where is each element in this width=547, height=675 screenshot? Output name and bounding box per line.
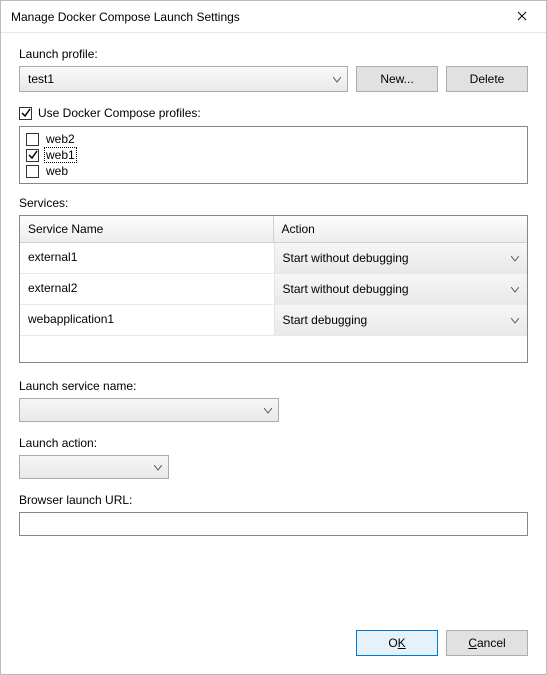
- dialog-window: Manage Docker Compose Launch Settings La…: [0, 0, 547, 675]
- launch-profile-value: test1: [28, 72, 54, 86]
- service-action-select[interactable]: Start without debugging: [274, 243, 528, 273]
- profile-checkbox[interactable]: [26, 165, 39, 178]
- compose-profiles-list: web2 web1 web: [19, 126, 528, 184]
- profile-checkbox[interactable]: [26, 149, 39, 162]
- browser-url-input[interactable]: [19, 512, 528, 536]
- table-header: Service Name Action: [20, 216, 527, 243]
- close-button[interactable]: [502, 3, 542, 31]
- service-action-value: Start without debugging: [283, 251, 409, 265]
- services-table: Service Name Action external1 Start with…: [19, 215, 528, 363]
- ok-button[interactable]: OK: [356, 630, 438, 656]
- chevron-down-icon: [511, 251, 519, 265]
- chevron-down-icon: [333, 72, 341, 86]
- close-icon: [517, 10, 527, 24]
- list-item[interactable]: web: [26, 163, 521, 179]
- profile-label: web1: [45, 148, 76, 162]
- window-title: Manage Docker Compose Launch Settings: [11, 10, 502, 24]
- table-spacer: [20, 336, 527, 362]
- launch-service-name-label: Launch service name:: [19, 379, 528, 393]
- service-action-value: Start without debugging: [283, 282, 409, 296]
- service-action-value: Start debugging: [283, 313, 368, 327]
- service-name-cell: external2: [20, 274, 274, 304]
- dialog-content: Launch profile: test1 New... Delete Use …: [1, 33, 546, 674]
- browser-url-label: Browser launch URL:: [19, 493, 528, 507]
- use-profiles-row: Use Docker Compose profiles:: [19, 106, 528, 120]
- chevron-down-icon: [154, 460, 162, 474]
- launch-profile-label: Launch profile:: [19, 47, 528, 61]
- chevron-down-icon: [511, 313, 519, 327]
- service-action-select[interactable]: Start without debugging: [274, 274, 528, 304]
- profile-label: web: [45, 164, 69, 178]
- service-name-cell: webapplication1: [20, 305, 274, 335]
- cancel-button[interactable]: Cancel: [446, 630, 528, 656]
- use-profiles-checkbox[interactable]: [19, 107, 32, 120]
- table-row: webapplication1 Start debugging: [20, 305, 527, 336]
- dialog-footer: OK Cancel: [19, 614, 528, 656]
- delete-button[interactable]: Delete: [446, 66, 528, 92]
- titlebar: Manage Docker Compose Launch Settings: [1, 1, 546, 33]
- table-row: external1 Start without debugging: [20, 243, 527, 274]
- launch-action-label: Launch action:: [19, 436, 528, 450]
- service-name-cell: external1: [20, 243, 274, 273]
- launch-service-name-select[interactable]: [19, 398, 279, 422]
- profile-checkbox[interactable]: [26, 133, 39, 146]
- chevron-down-icon: [511, 282, 519, 296]
- profile-label: web2: [45, 132, 76, 146]
- launch-profile-select[interactable]: test1: [19, 66, 348, 92]
- list-item[interactable]: web1: [26, 147, 521, 163]
- services-label: Services:: [19, 196, 528, 210]
- service-action-select[interactable]: Start debugging: [274, 305, 528, 335]
- list-item[interactable]: web2: [26, 131, 521, 147]
- launch-profile-row: test1 New... Delete: [19, 66, 528, 92]
- table-row: external2 Start without debugging: [20, 274, 527, 305]
- column-action[interactable]: Action: [274, 216, 528, 242]
- use-profiles-label: Use Docker Compose profiles:: [38, 106, 201, 120]
- chevron-down-icon: [264, 403, 272, 417]
- launch-action-select[interactable]: [19, 455, 169, 479]
- column-service-name[interactable]: Service Name: [20, 216, 274, 242]
- new-button[interactable]: New...: [356, 66, 438, 92]
